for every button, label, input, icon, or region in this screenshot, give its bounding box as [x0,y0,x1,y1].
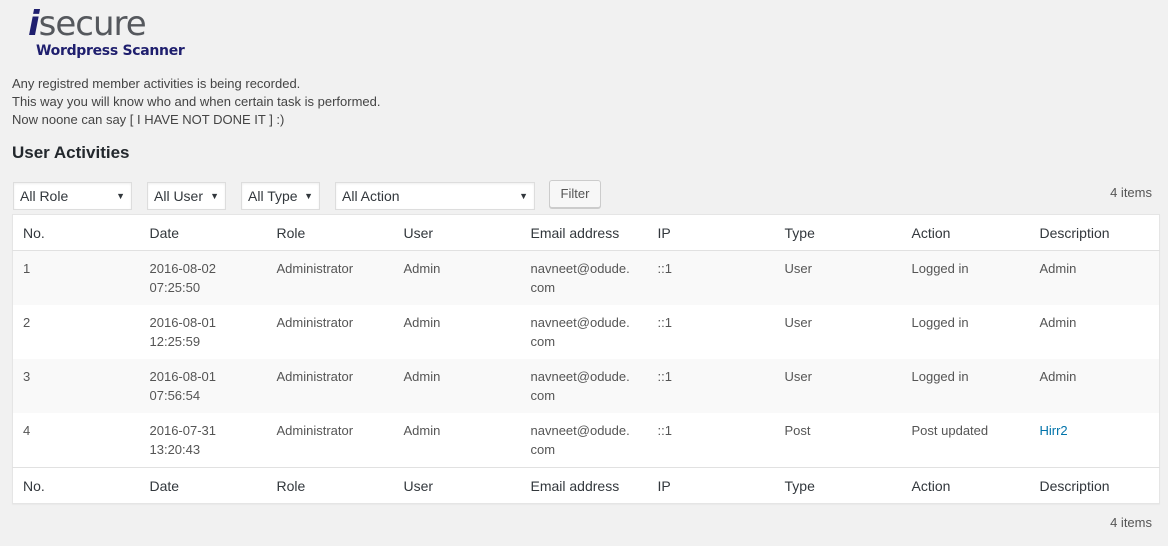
cell-ip: ::1 [657,423,672,438]
table-row: 4 2016-07-31 13:20:43 Administrator Admin… [13,413,1160,468]
intro-text: Any registred member activities is being… [12,75,381,129]
cell-role: Administrator [276,261,354,276]
logo-wordmark: isecure [28,4,147,44]
column-header-description: Description [1029,214,1160,251]
cell-role: Administrator [276,369,354,384]
column-header-email: Email address [520,214,648,251]
cell-description: Admin [1039,315,1077,330]
cell-date: 2016-08-01 12:25:59 [149,315,217,349]
intro-line: This way you will know who and when cert… [12,94,381,109]
intro-line: Now noone can say [ I HAVE NOT DONE IT ]… [12,112,285,127]
cell-no: 2 [23,315,31,330]
cell-action: Logged in [911,261,969,276]
cell-action: Post updated [911,423,989,438]
cell-email: navneet@odude. com [530,423,630,457]
cell-description: Admin [1039,261,1077,276]
cell-role: Administrator [276,315,354,330]
cell-date: 2016-08-01 07:56:54 [149,369,217,403]
column-header-ip: IP [647,214,775,251]
cell-ip: ::1 [657,315,672,330]
table-header-row: No. Date Role User Email address IP Type… [12,214,1160,251]
logo-subtitle: Wordpress Scanner [36,43,185,59]
cell-ip: ::1 [657,261,672,276]
column-header-user: User [393,214,521,251]
cell-no: 4 [23,423,31,438]
column-header-type: Type [774,214,902,251]
chevron-down-icon: ▼ [210,191,219,201]
column-footer-role: Role [266,467,394,504]
cell-email: navneet@odude. com [530,261,630,295]
logo-secure: secure [38,4,147,44]
cell-action: Logged in [911,315,969,330]
cell-description: Hirr2 [1030,413,1160,468]
column-header-date: Date [139,214,267,251]
filter-button[interactable]: Filter [549,180,601,208]
cell-user: Admin [403,315,441,330]
user-filter-select[interactable]: All User ▼ [147,182,226,210]
column-footer-email: Email address [520,467,648,504]
user-filter-value: All User [154,188,204,204]
column-header-no: No. [12,214,140,251]
cell-type: Post [784,423,811,438]
activity-table: No. Date Role User Email address IP Type… [12,214,1160,504]
cell-email: navneet@odude. com [530,315,630,349]
app-logo: isecure Wordpress Scanner [28,4,188,62]
table-row: 3 2016-08-01 07:56:54 Administrator Admin… [12,359,1160,413]
action-filter-select[interactable]: All Action ▼ [335,182,535,210]
cell-user: Admin [403,369,441,384]
cell-action: Logged in [911,369,969,384]
action-filter-value: All Action [342,188,400,204]
post-link[interactable]: Hirr2 [1040,423,1068,438]
column-header-action: Action [901,214,1030,251]
table-row: 2 2016-08-01 12:25:59 Administrator Admin… [13,305,1160,359]
column-footer-type: Type [774,467,902,504]
column-header-role: Role [266,214,394,251]
item-count-bottom: 4 items [1110,515,1152,530]
page-title: User Activities [12,143,130,162]
column-footer-description: Description [1029,467,1160,504]
cell-role: Administrator [276,423,354,438]
role-filter-value: All Role [20,188,69,204]
column-footer-ip: IP [647,467,775,504]
logo-i: i [28,4,40,44]
column-footer-user: User [393,467,521,504]
cell-description: Admin [1039,369,1077,384]
column-footer-date: Date [139,467,267,504]
type-filter-select[interactable]: All Type ▼ [241,182,320,210]
cell-date: 2016-08-02 07:25:50 [149,261,217,295]
cell-user: Admin [403,423,441,438]
cell-email: navneet@odude. com [530,369,630,403]
cell-no: 3 [23,369,31,384]
table-row: 1 2016-08-02 07:25:50 Administrator Admin… [12,250,1160,305]
chevron-down-icon: ▼ [519,191,528,201]
column-footer-no: No. [12,467,140,504]
role-filter-select[interactable]: All Role ▼ [13,182,132,210]
cell-type: User [784,369,812,384]
cell-type: User [784,261,812,276]
cell-user: Admin [403,261,441,276]
cell-type: User [784,315,812,330]
item-count-top: 4 items [1110,185,1152,200]
type-filter-value: All Type [248,188,298,204]
column-footer-action: Action [901,467,1030,504]
cell-ip: ::1 [657,369,672,384]
cell-no: 1 [23,261,31,276]
table-footer-row: No. Date Role User Email address IP Type… [12,467,1160,504]
cell-date: 2016-07-31 13:20:43 [149,423,217,457]
intro-line: Any registred member activities is being… [12,76,301,91]
chevron-down-icon: ▼ [116,191,125,201]
chevron-down-icon: ▼ [304,191,313,201]
